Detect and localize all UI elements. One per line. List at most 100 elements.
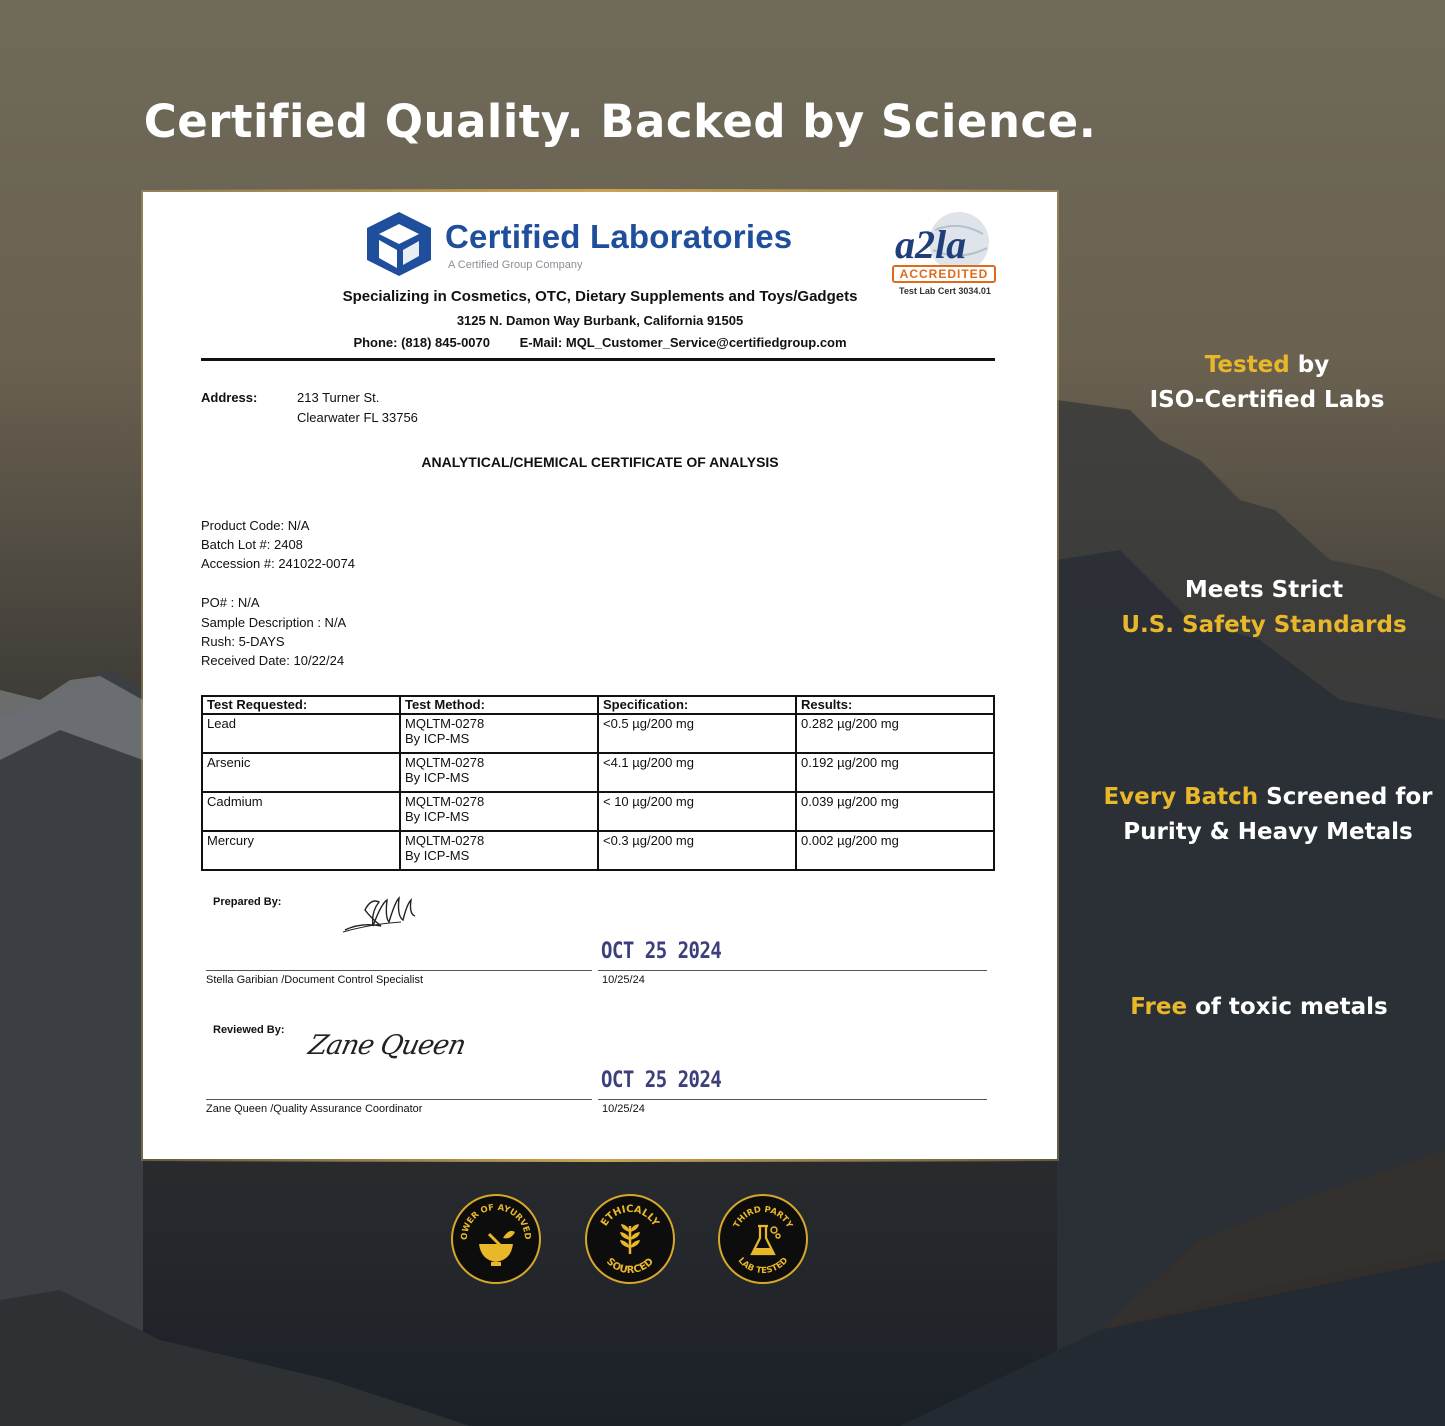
- specializing-line: Specializing in Cosmetics, OTC, Dietary …: [342, 288, 858, 305]
- page-headline: Certified Quality. Backed by Science.: [143, 95, 1097, 148]
- address-line-2: Clearwater FL 33756: [297, 410, 418, 425]
- sample-description: Sample Description : N/A: [201, 615, 347, 630]
- reviewed-signature: Zane Queen: [305, 1030, 468, 1061]
- table-row: Arsenic MQLTM-0278 By ICP-MS <4.1 µg/200 …: [201, 752, 995, 793]
- table-row: Cadmium MQLTM-0278 By ICP-MS < 10 µg/200 …: [201, 791, 995, 832]
- prepared-name: Stella Garibian /Document Control Specia…: [206, 974, 424, 986]
- reviewed-by-label: Reviewed By:: [213, 1024, 285, 1036]
- claim-free: Free of toxic metals: [1094, 990, 1424, 1025]
- certificate-title: ANALYTICAL/CHEMICAL CERTIFICATE OF ANALY…: [421, 454, 779, 470]
- received-date: Received Date: 10/22/24: [201, 653, 345, 668]
- certificate-document: Certified Laboratories A Certified Group…: [143, 189, 1057, 1162]
- test-method: MQLTM-0278 By ICP-MS: [399, 791, 599, 832]
- reviewed-name: Zane Queen /Quality Assurance Coordinato…: [206, 1103, 423, 1115]
- prepared-date-line: [598, 970, 987, 971]
- prepared-by-label: Prepared By:: [213, 896, 282, 908]
- mortar-pestle-icon: POWER OF AYURVEDA: [450, 1189, 532, 1266]
- header-test: Test Requested:: [201, 695, 401, 715]
- reviewed-date-stamp: OCT 25 2024: [601, 1067, 722, 1093]
- ayurveda-badge-text: POWER OF AYURVEDA: [450, 1189, 532, 1240]
- method-technique: By ICP-MS: [405, 731, 470, 746]
- claim-free-highlight: Free: [1130, 994, 1188, 1020]
- lab-tested-badge: THIRD PARTY LAB TESTED: [718, 1194, 808, 1284]
- test-results-table: Test Requested: Test Method: Specificati…: [201, 695, 995, 871]
- claim-tested-rest: by: [1289, 352, 1330, 378]
- table-row: Mercury MQLTM-0278 By ICP-MS <0.3 µg/200 …: [201, 830, 995, 871]
- claim-standards-line1: Meets Strict: [1184, 577, 1344, 603]
- test-result: 0.192 µg/200 mg: [795, 752, 995, 793]
- claim-batch-rest: Screened for: [1258, 784, 1433, 810]
- table-header-row: Test Requested: Test Method: Specificati…: [201, 695, 995, 715]
- claim-tested-line2: ISO-Certified Labs: [1149, 387, 1385, 413]
- header-results: Results:: [795, 695, 995, 715]
- lab-address: 3125 N. Damon Way Burbank, California 91…: [456, 313, 744, 328]
- ethically-text: ETHICALLY: [599, 1204, 661, 1229]
- svg-text:SOURCED: SOURCED: [604, 1256, 656, 1276]
- lab-name: Certified Laboratories: [445, 218, 793, 255]
- test-result: 0.282 µg/200 mg: [795, 713, 995, 754]
- method-technique: By ICP-MS: [405, 770, 470, 785]
- ethically-sourced-badge: ETHICALLY SOURCED: [585, 1194, 675, 1284]
- lab-subtitle: A Certified Group Company: [448, 259, 583, 271]
- claim-batch-highlight: Every Batch: [1103, 784, 1259, 810]
- test-result: 0.002 µg/200 mg: [795, 830, 995, 871]
- leaf-icon: ETHICALLY SOURCED: [599, 1204, 661, 1276]
- address-line-1: 213 Turner St.: [297, 390, 380, 405]
- test-name: Arsenic: [201, 752, 401, 793]
- header-method: Test Method:: [399, 695, 599, 715]
- table-row: Lead MQLTM-0278 By ICP-MS <0.5 µg/200 mg …: [201, 713, 995, 754]
- test-spec: <0.3 µg/200 mg: [597, 830, 797, 871]
- address-label: Address:: [201, 390, 258, 405]
- test-result: 0.039 µg/200 mg: [795, 791, 995, 832]
- accredited-badge: ACCREDITED: [899, 267, 989, 281]
- claim-standards: Meets Strict U.S. Safety Standards: [1099, 573, 1429, 643]
- prepared-signature: [342, 896, 416, 933]
- svg-text:ETHICALLY: ETHICALLY: [599, 1204, 661, 1229]
- claim-standards-highlight: U.S. Safety Standards: [1121, 612, 1407, 638]
- method-technique: By ICP-MS: [405, 809, 470, 824]
- prepared-date-stamp: OCT 25 2024: [601, 938, 722, 964]
- po-number: PO# : N/A: [201, 595, 260, 610]
- test-name: Mercury: [201, 830, 401, 871]
- test-method: MQLTM-0278 By ICP-MS: [399, 752, 599, 793]
- claim-tested-highlight: Tested: [1204, 352, 1290, 378]
- sourced-text: SOURCED: [604, 1256, 656, 1276]
- header-spec: Specification:: [597, 695, 797, 715]
- test-spec: < 10 µg/200 mg: [597, 791, 797, 832]
- method-code: MQLTM-0278: [405, 716, 485, 731]
- accession-number: Accession #: 241022-0074: [201, 556, 355, 571]
- lab-logo: Certified Laboratories A Certified Group…: [363, 210, 843, 276]
- method-technique: By ICP-MS: [405, 848, 470, 863]
- flask-icon: THIRD PARTY LAB TESTED: [732, 1205, 795, 1276]
- test-method: MQLTM-0278 By ICP-MS: [399, 830, 599, 871]
- gold-accent-bottom: [143, 1159, 1057, 1162]
- method-code: MQLTM-0278: [405, 755, 485, 770]
- reviewed-date: 10/25/24: [602, 1103, 645, 1115]
- lab-tested-text: LAB TESTED: [736, 1256, 791, 1276]
- lab-email: E-Mail: MQL_Customer_Service@certifiedgr…: [519, 335, 847, 350]
- ayurveda-badge: POWER OF AYURVEDA: [450, 1189, 541, 1284]
- svg-text:LAB TESTED: LAB TESTED: [736, 1256, 791, 1276]
- test-name: Cadmium: [201, 791, 401, 832]
- lab-phone: Phone: (818) 845-0070: [353, 335, 491, 350]
- product-code: Product Code: N/A: [201, 518, 310, 533]
- claim-batch-line2: Purity & Heavy Metals: [1123, 819, 1413, 845]
- test-spec: <4.1 µg/200 mg: [597, 752, 797, 793]
- reviewed-signature-line: [206, 1099, 592, 1100]
- test-spec: <0.5 µg/200 mg: [597, 713, 797, 754]
- test-method: MQLTM-0278 By ICP-MS: [399, 713, 599, 754]
- claim-every-batch: Every Batch Screened for Purity & Heavy …: [1099, 780, 1437, 850]
- claim-free-rest: of toxic metals: [1187, 994, 1388, 1020]
- prepared-date: 10/25/24: [602, 974, 645, 986]
- claim-tested: Tested by ISO-Certified Labs: [1102, 348, 1432, 418]
- rush: Rush: 5-DAYS: [201, 634, 285, 649]
- test-name: Lead: [201, 713, 401, 754]
- batch-lot: Batch Lot #: 2408: [201, 537, 303, 552]
- method-code: MQLTM-0278: [405, 794, 485, 809]
- reviewed-date-line: [598, 1099, 987, 1100]
- svg-text:a2la: a2la: [895, 222, 966, 267]
- header-divider: [201, 358, 995, 361]
- contact-line: Phone: (818) 845-0070 E-Mail: MQL_Custom…: [143, 335, 1057, 350]
- method-code: MQLTM-0278: [405, 833, 485, 848]
- gold-accent-top: [143, 189, 1057, 192]
